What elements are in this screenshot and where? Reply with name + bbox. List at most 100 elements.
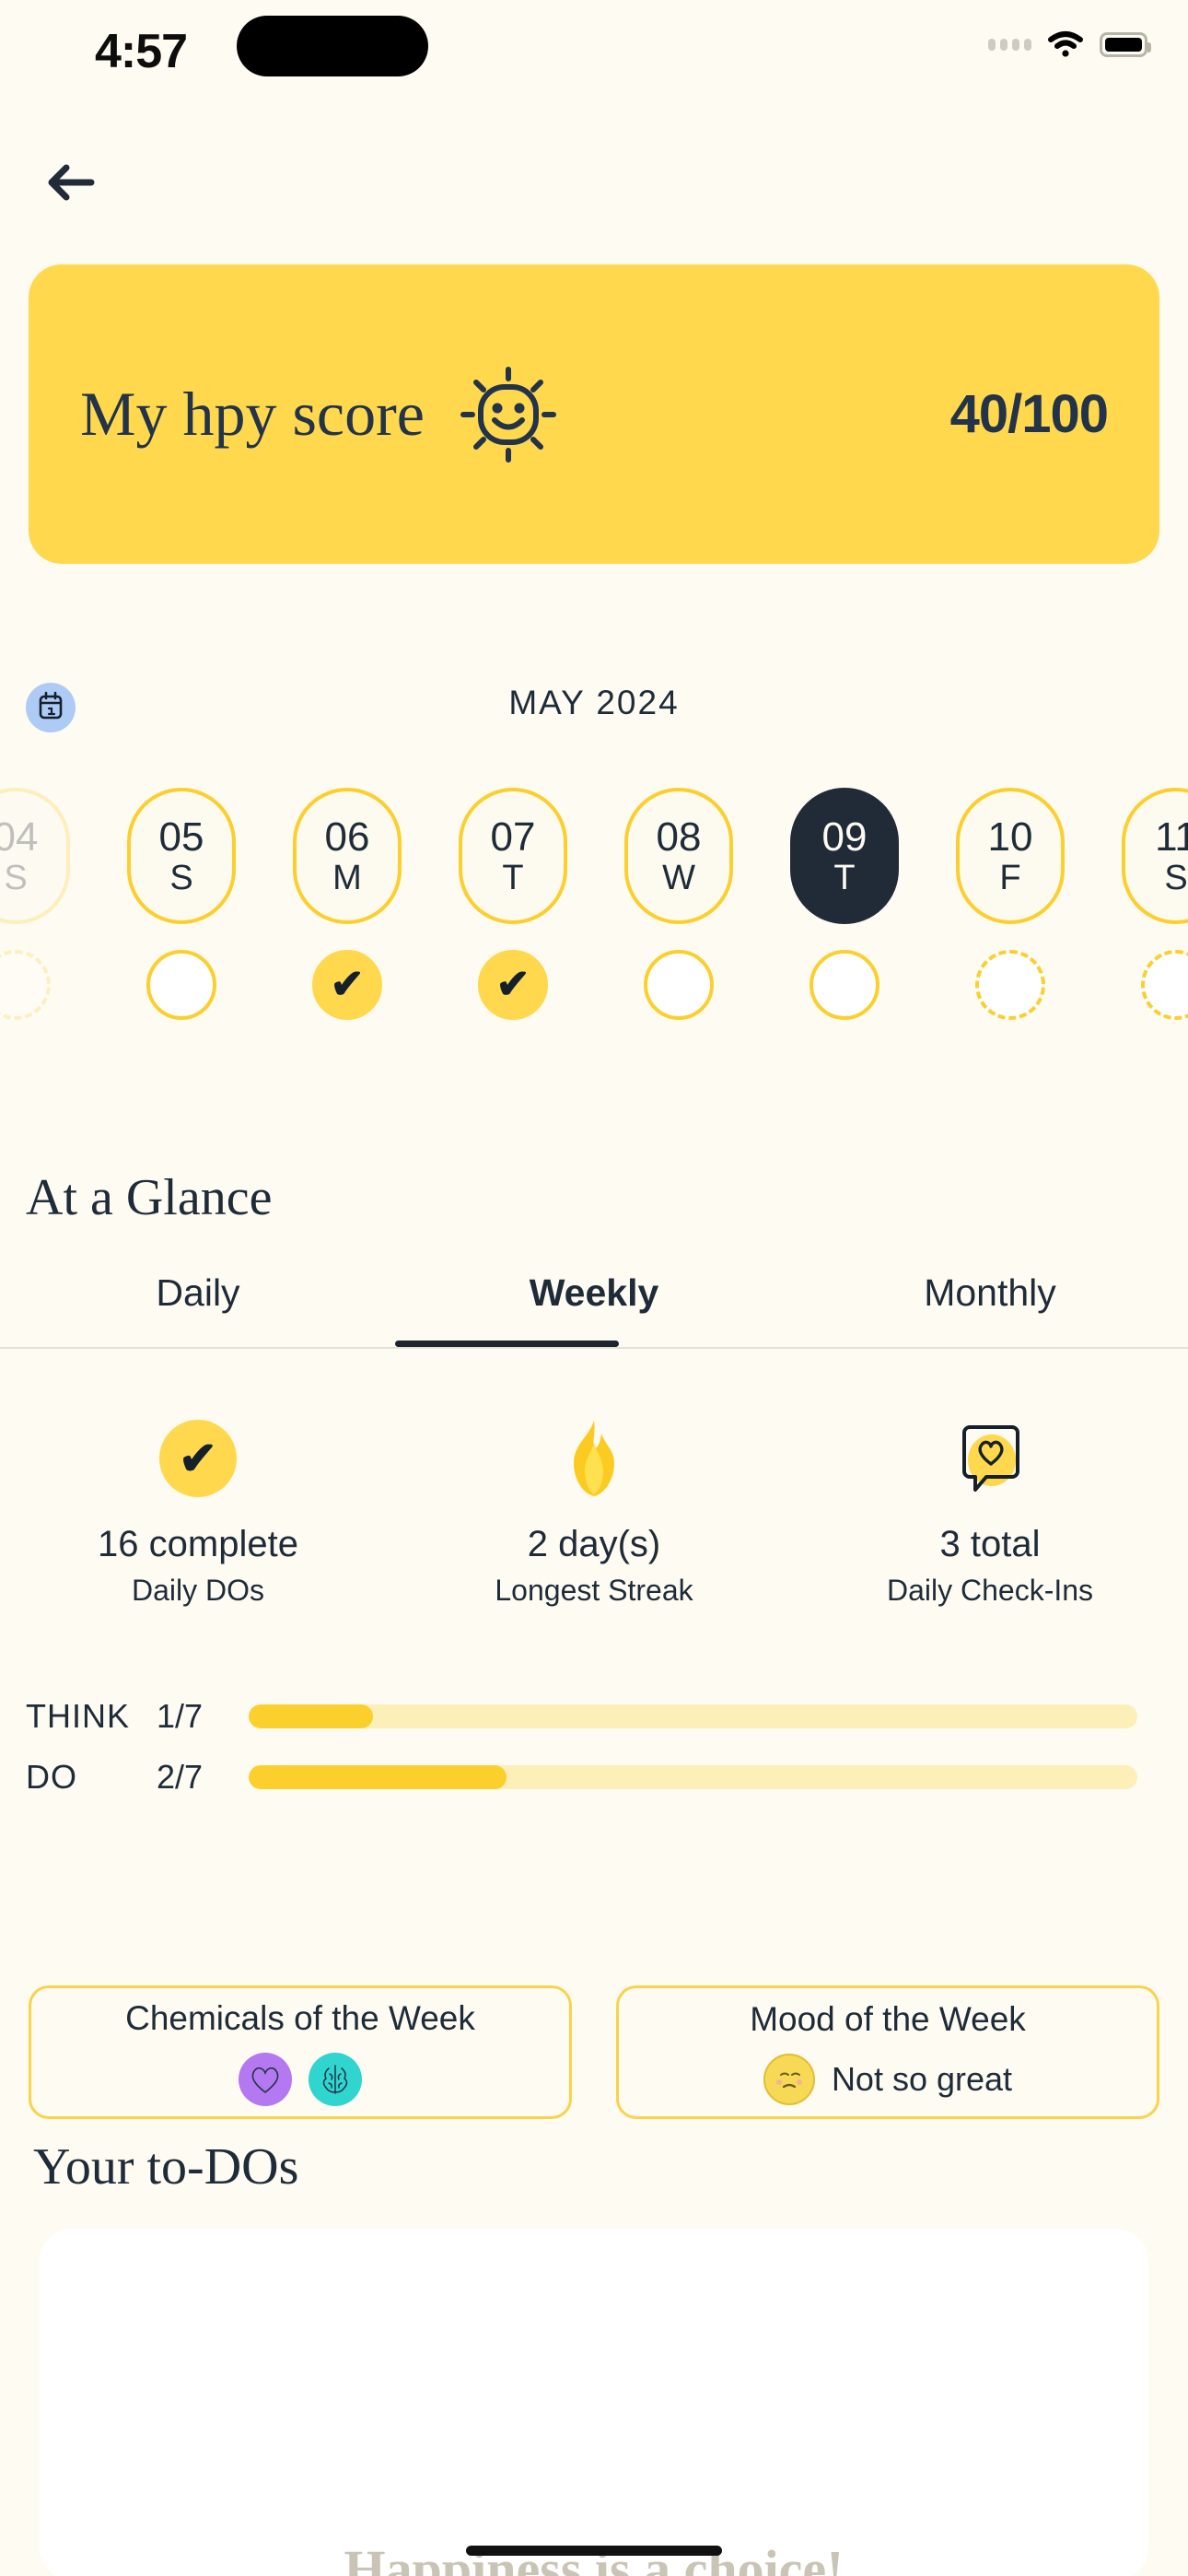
date-check-circle[interactable] xyxy=(0,950,51,1020)
date-check-circle[interactable] xyxy=(975,950,1045,1020)
date-chip[interactable]: 04 S xyxy=(0,788,70,924)
date-chip-weekday: S xyxy=(169,858,193,897)
flame-icon xyxy=(574,1421,614,1496)
stat-item: 2 day(s) Longest Streak xyxy=(396,1419,792,1608)
progress-name: THINK xyxy=(26,1697,130,1735)
chemicals-card-title: Chemicals of the Week xyxy=(125,1998,475,2037)
section-title-at-a-glance: At a Glance xyxy=(26,1169,273,1226)
stat-icon-wrap xyxy=(955,1419,1025,1498)
date-column[interactable]: 09 T xyxy=(762,788,927,1025)
todo-card-quote: Happiness is a choice! xyxy=(344,2539,844,2576)
glance-stats: ✔ 16 complete Daily DOs 2 day(s) Longest Str… xyxy=(0,1419,1188,1608)
home-indicator xyxy=(466,2546,722,2556)
date-check-circle[interactable] xyxy=(809,950,879,1020)
date-column[interactable]: 05 S xyxy=(99,788,264,1025)
check-icon: ✔ xyxy=(179,1433,217,1484)
progress-fraction: 1/7 xyxy=(157,1697,204,1735)
date-chip[interactable]: 07 T xyxy=(459,788,567,924)
mood-card-title: Mood of the Week xyxy=(750,1999,1026,2038)
date-chip-weekday: M xyxy=(332,858,362,897)
hpy-score-card[interactable]: My hpy score 40/100 xyxy=(29,264,1159,564)
date-chip[interactable]: 10 F xyxy=(956,788,1065,924)
chemicals-of-the-week-card[interactable]: Chemicals of the Week xyxy=(29,1985,572,2119)
check-icon: ✔ xyxy=(495,962,530,1007)
date-check-wrap: ✔ xyxy=(312,944,382,1025)
mood-card-value: Not so great xyxy=(831,2059,1013,2098)
date-chip-weekday: W xyxy=(662,858,695,897)
date-column[interactable]: 04 S xyxy=(0,788,99,1025)
mood-card-content: Not so great xyxy=(763,2053,1013,2105)
chat-heart-icon xyxy=(962,1425,1019,1492)
date-column[interactable]: 08 W xyxy=(596,788,762,1025)
stat-label: Daily Check-Ins xyxy=(886,1574,1094,1607)
heart-chemical-icon xyxy=(239,2052,292,2106)
date-chip[interactable]: 06 M xyxy=(293,788,402,924)
date-chip[interactable]: 05 S xyxy=(127,788,236,924)
chemicals-card-icons xyxy=(239,2052,362,2106)
progress-fraction: 2/7 xyxy=(157,1758,204,1796)
date-check-wrap xyxy=(644,944,714,1025)
tab-weekly[interactable]: Weekly xyxy=(396,1264,792,1347)
mood-of-the-week-card[interactable]: Mood of the Week Not so great xyxy=(616,1985,1159,2119)
progress-row: DO 2/7 xyxy=(0,1747,1188,1808)
glance-mini-cards: Chemicals of the Week Mood of the Week N… xyxy=(29,1985,1159,2119)
progress-fill xyxy=(249,1704,374,1728)
date-check-wrap xyxy=(1141,944,1188,1025)
date-chip-number: 11 xyxy=(1155,814,1188,860)
date-column[interactable]: 07 T ✔ xyxy=(430,788,596,1025)
tab-monthly[interactable]: Monthly xyxy=(792,1264,1188,1347)
date-check-circle[interactable] xyxy=(644,950,714,1020)
app-screen: 4:57 My hpy score 40/100 MAY 2024 04 S 0… xyxy=(0,0,1188,2576)
glance-tabs[interactable]: Daily Weekly Monthly xyxy=(0,1264,1188,1349)
date-chip-number: 07 xyxy=(490,814,536,860)
date-chip-number: 04 xyxy=(0,814,39,860)
score-card-title: My hpy score xyxy=(80,379,425,449)
status-bar-time: 4:57 xyxy=(95,25,188,78)
date-chip[interactable]: 09 T xyxy=(790,788,899,924)
sun-smiley-icon xyxy=(458,364,559,465)
stat-item: 3 total Daily Check-Ins xyxy=(792,1419,1188,1608)
progress-track xyxy=(249,1704,1137,1728)
stat-value: 3 total xyxy=(939,1524,1041,1564)
date-chip-weekday: T xyxy=(833,858,856,897)
date-chip-number: 10 xyxy=(987,814,1033,860)
progress-track xyxy=(249,1765,1137,1789)
date-chip[interactable]: 08 W xyxy=(624,788,733,924)
progress-fill xyxy=(249,1765,507,1789)
stat-label: Daily DOs xyxy=(131,1574,264,1607)
date-column[interactable]: 11 S xyxy=(1093,788,1188,1025)
date-chip-number: 05 xyxy=(158,814,204,860)
date-check-wrap xyxy=(975,944,1045,1025)
date-chip-number: 06 xyxy=(324,814,370,860)
date-chip-number: 09 xyxy=(821,814,868,860)
date-check-circle[interactable]: ✔ xyxy=(478,950,548,1020)
date-strip-row: 04S05S06M✔07T✔08W09T10F11S12S xyxy=(0,788,1188,1025)
todo-card[interactable]: Happiness is a choice! xyxy=(40,2230,1148,2576)
wifi-icon xyxy=(1047,30,1084,58)
date-check-circle[interactable] xyxy=(1141,950,1188,1020)
date-column[interactable]: 10 F xyxy=(927,788,1093,1025)
date-chip-weekday: S xyxy=(1164,858,1188,897)
score-card-value: 40/100 xyxy=(949,384,1109,444)
cellular-dots-icon xyxy=(988,38,1031,51)
progress-name: DO xyxy=(26,1758,77,1796)
stat-value: 16 complete xyxy=(98,1524,298,1564)
check-icon: ✔ xyxy=(330,962,365,1007)
progress-row: THINK 1/7 xyxy=(0,1686,1188,1747)
date-column[interactable]: 06 M ✔ xyxy=(264,788,430,1025)
date-check-circle[interactable] xyxy=(146,950,216,1020)
date-chip[interactable]: 11 S xyxy=(1122,788,1188,924)
status-bar: 4:57 xyxy=(0,0,1188,101)
back-button[interactable] xyxy=(29,143,112,226)
date-strip[interactable]: 04S05S06M✔07T✔08W09T10F11S12S xyxy=(0,788,1188,1055)
tab-daily[interactable]: Daily xyxy=(0,1264,396,1347)
stat-icon-wrap: ✔ xyxy=(159,1419,237,1498)
section-title-your-todos: Your to-DOs xyxy=(33,2138,299,2195)
date-check-circle[interactable]: ✔ xyxy=(312,950,382,1020)
date-check-wrap xyxy=(809,944,879,1025)
date-check-wrap xyxy=(146,944,216,1025)
stat-label: Longest Streak xyxy=(495,1574,693,1607)
brain-chemical-icon xyxy=(309,2052,362,2106)
status-bar-indicators xyxy=(988,26,1151,63)
stat-value: 2 day(s) xyxy=(527,1524,661,1564)
